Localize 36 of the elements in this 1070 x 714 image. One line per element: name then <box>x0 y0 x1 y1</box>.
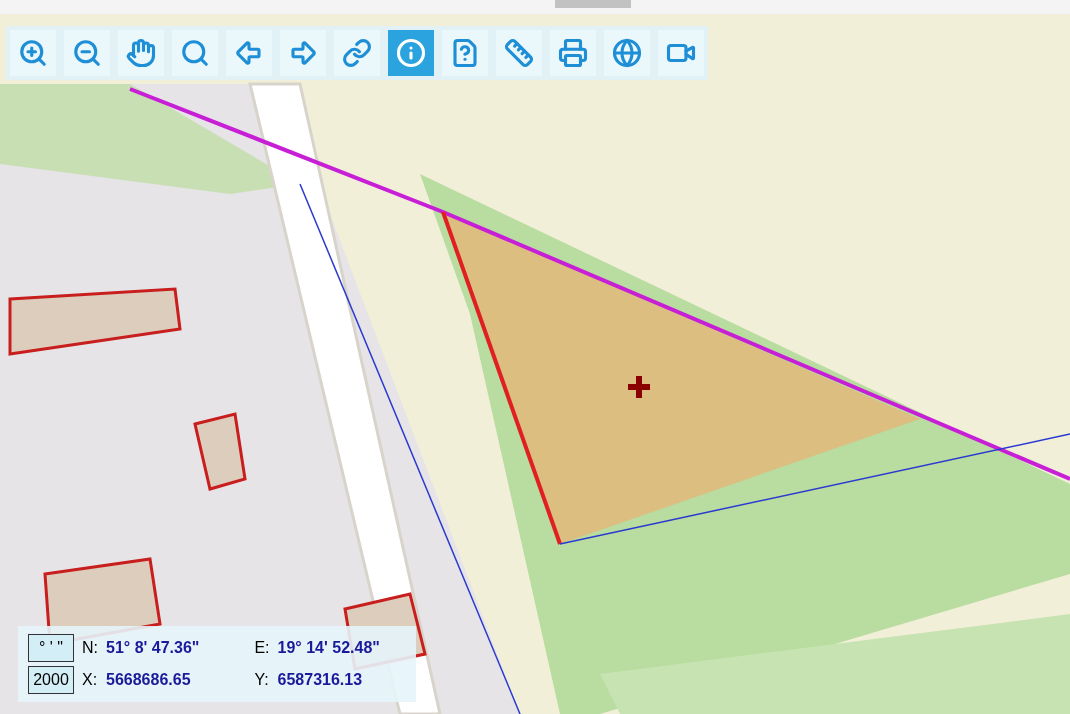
arrow-left-icon <box>234 38 264 68</box>
toolbar-button[interactable] <box>658 30 704 76</box>
toolbar-button[interactable] <box>226 30 272 76</box>
coordinate-value: 19° 14' 52.48" <box>277 638 381 658</box>
coordinate-value: 6587316.13 <box>277 670 364 690</box>
coordinate-label: X: <box>82 670 98 690</box>
toolbar-button[interactable] <box>280 30 326 76</box>
toolbar-button[interactable] <box>334 30 380 76</box>
printer-icon <box>558 38 588 68</box>
hand-icon <box>126 38 156 68</box>
search-icon <box>180 38 210 68</box>
coordinate-label: N: <box>82 638 98 658</box>
toolbar-button[interactable] <box>496 30 542 76</box>
zoom-out-icon <box>72 38 102 68</box>
toolbar-button[interactable] <box>10 30 56 76</box>
arrow-right-icon <box>288 38 318 68</box>
scrollbar-thumb[interactable] <box>555 0 631 8</box>
info-icon <box>396 38 426 68</box>
toolbar-button[interactable] <box>172 30 218 76</box>
toolbar-button[interactable] <box>118 30 164 76</box>
toolbar-button[interactable] <box>388 30 434 76</box>
toolbar-button[interactable] <box>604 30 650 76</box>
ruler-icon <box>504 38 534 68</box>
link-icon <box>342 38 372 68</box>
format-button[interactable]: ° ' " <box>28 634 74 662</box>
zoom-in-icon <box>18 38 48 68</box>
coordinate-label: E: <box>254 638 270 658</box>
document-info-icon <box>450 38 480 68</box>
toolbar-button[interactable] <box>64 30 110 76</box>
coordinate-value: 5668686.65 <box>106 670 192 690</box>
toolbar-button[interactable] <box>442 30 488 76</box>
coordinate-value: 51° 8' 47.36" <box>106 638 201 658</box>
scale-button[interactable]: 2000 <box>28 666 74 694</box>
toolbar-button[interactable] <box>550 30 596 76</box>
coordinate-label: Y: <box>254 670 270 690</box>
globe-icon <box>612 38 642 68</box>
